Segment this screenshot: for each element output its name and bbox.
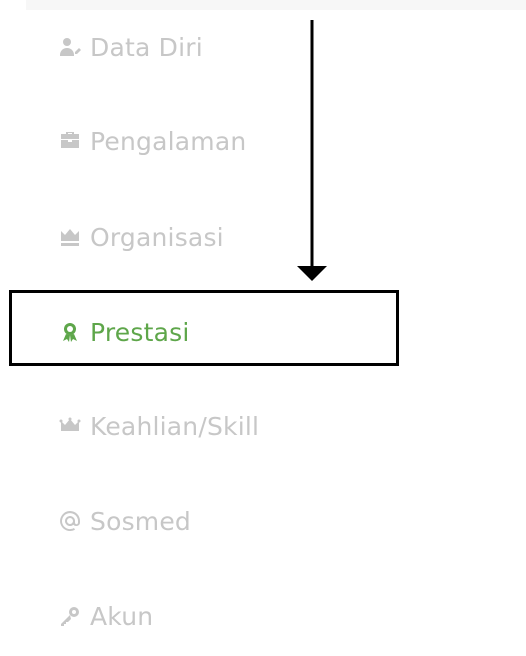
sidebar-item-label: Sosmed xyxy=(90,506,191,536)
award-icon xyxy=(56,318,84,346)
crown-icon xyxy=(56,223,84,251)
sidebar-item-prestasi[interactable]: Prestasi xyxy=(56,312,189,352)
sidebar-item-data-diri[interactable]: Data Diri xyxy=(56,27,203,67)
sidebar-item-organisasi[interactable]: Organisasi xyxy=(56,217,224,257)
sidebar-item-sosmed[interactable]: Sosmed xyxy=(56,501,191,541)
user-edit-icon xyxy=(56,33,84,61)
sidebar-item-akun[interactable]: Akun xyxy=(56,596,153,636)
sidebar-item-label: Pengalaman xyxy=(90,126,247,156)
sidebar-item-label: Data Diri xyxy=(90,32,203,62)
sidebar-menu: Data Diri Pengalaman Organisasi Prestasi… xyxy=(0,0,526,656)
briefcase-icon xyxy=(56,127,84,155)
sidebar-item-label: Akun xyxy=(90,601,154,631)
sidebar-item-pengalaman[interactable]: Pengalaman xyxy=(56,121,246,161)
sidebar-item-label: Organisasi xyxy=(90,222,224,252)
sidebar-item-keahlian-skill[interactable]: Keahlian/Skill xyxy=(56,406,259,446)
sidebar-item-label: Prestasi xyxy=(90,317,190,347)
sidebar-item-label: Keahlian/Skill xyxy=(90,411,260,441)
crown-icon xyxy=(56,412,84,440)
key-icon xyxy=(56,602,84,630)
at-sign-icon xyxy=(56,507,84,535)
